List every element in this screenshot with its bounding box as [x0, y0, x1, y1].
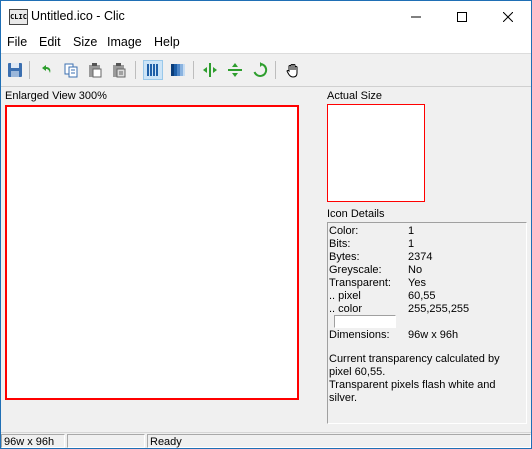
window-title: Untitled.ico - Clic [31, 9, 125, 23]
detail-value: 255,255,255 [408, 303, 470, 315]
paste-button[interactable] [85, 60, 105, 80]
rotate-icon [253, 62, 268, 77]
menu-help[interactable]: Help [154, 35, 180, 49]
app-window: CLIC Untitled.ico - Clic File Edit Size … [0, 0, 532, 449]
menu-file[interactable]: File [7, 35, 27, 49]
toolbar-separator [275, 61, 276, 79]
undo-button[interactable] [36, 60, 56, 80]
copy-icon [64, 63, 78, 78]
hand-tool-button[interactable] [283, 60, 303, 80]
detail-key: Bytes: [329, 251, 360, 263]
save-button[interactable] [5, 60, 25, 80]
paste-special-button[interactable] [109, 60, 129, 80]
flip-horizontal-button[interactable] [200, 60, 220, 80]
transparency-note-line: Transparent pixels flash white and silve… [329, 379, 496, 404]
view-gradient-button[interactable] [168, 60, 188, 80]
toolbar [1, 54, 531, 87]
view-gradient-icon [171, 64, 185, 76]
close-button[interactable] [485, 1, 531, 32]
toolbar-separator [193, 61, 194, 79]
flip-vertical-icon [228, 63, 242, 77]
detail-key: Bits: [329, 238, 351, 250]
maximize-icon [457, 11, 467, 22]
hand-icon [286, 64, 298, 78]
toolbar-separator [135, 61, 136, 79]
icon-details-panel: Color: 1 Bits: 1 Bytes: 2374 Greyscale: … [327, 222, 527, 424]
app-icon: CLIC [9, 9, 28, 25]
menu-bar: File Edit Size Image Help [1, 32, 531, 54]
title-bar[interactable]: CLIC Untitled.ico - Clic [1, 1, 531, 32]
icon-details-label: Icon Details [327, 208, 385, 220]
detail-key: Color: [329, 225, 359, 237]
paste-icon [89, 63, 102, 78]
view-columns-icon [147, 64, 158, 76]
status-size: 96w x 96h [1, 434, 65, 448]
minimize-button[interactable] [393, 1, 439, 32]
detail-key: .. pixel [329, 290, 361, 302]
detail-key: Transparent: [329, 277, 391, 289]
flip-horizontal-icon [203, 63, 217, 77]
menu-image[interactable]: Image [107, 35, 142, 49]
actual-size-preview [327, 104, 425, 202]
maximize-button[interactable] [439, 1, 485, 32]
transparency-note-line: Current transparency calculated by pixel… [329, 353, 500, 378]
view-columns-button[interactable] [143, 60, 163, 80]
rotate-button[interactable] [250, 60, 270, 80]
copy-button[interactable] [61, 60, 81, 80]
flip-vertical-button[interactable] [225, 60, 245, 80]
actual-size-label: Actual Size [327, 90, 383, 102]
status-middle [67, 434, 145, 448]
transparent-color-swatch [334, 315, 396, 328]
status-state: Ready [147, 434, 531, 448]
save-icon [8, 63, 22, 77]
detail-value: Yes [408, 277, 426, 289]
detail-value: 2374 [408, 251, 433, 263]
menu-size[interactable]: Size [73, 35, 97, 49]
dimensions-value: 96w x 96h [408, 329, 459, 341]
detail-value: 1 [408, 225, 415, 237]
paste-special-icon [113, 63, 126, 78]
detail-value: 1 [408, 238, 415, 250]
detail-value: 60,55 [408, 290, 436, 302]
close-icon [503, 11, 513, 22]
transparency-note: Current transparency calculated by pixel… [329, 353, 525, 405]
enlarged-view-label: Enlarged View 300% [5, 90, 107, 102]
toolbar-separator [29, 61, 30, 79]
status-bar: 96w x 96h Ready [1, 432, 531, 448]
enlarged-view-canvas[interactable] [5, 105, 299, 400]
detail-key: Greyscale: [329, 264, 382, 276]
undo-icon [42, 65, 51, 73]
detail-value: No [408, 264, 423, 276]
dimensions-key: Dimensions: [329, 329, 390, 341]
menu-edit[interactable]: Edit [39, 35, 61, 49]
minimize-icon [411, 16, 421, 17]
